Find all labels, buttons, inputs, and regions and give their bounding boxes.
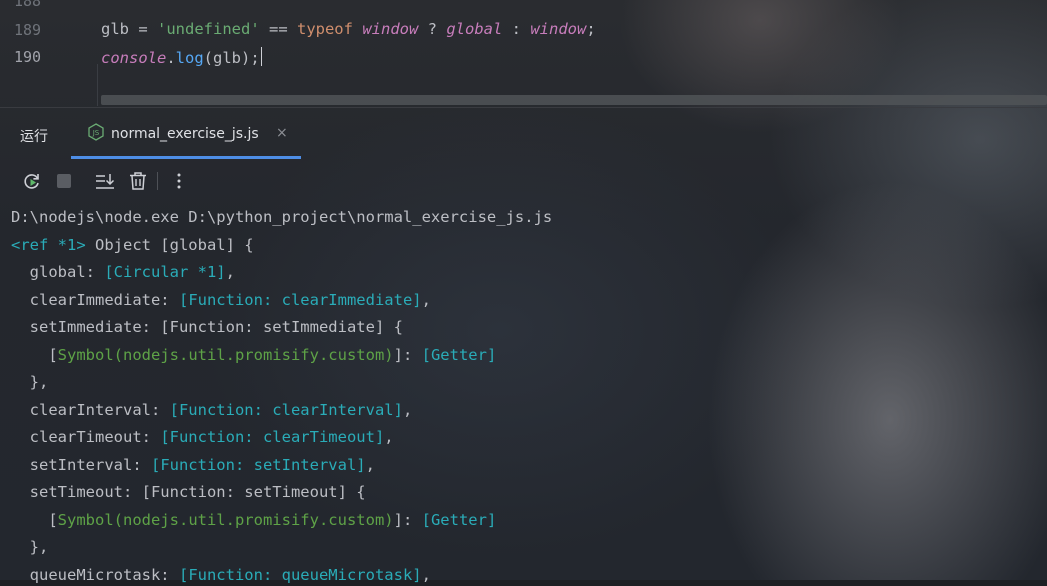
code-token: .	[166, 49, 176, 67]
console-token: ,	[402, 400, 413, 419]
console-token: global:	[11, 263, 105, 281]
console-line: clearInterval: [Function: clearInterval]…	[11, 399, 413, 421]
nodejs-icon: JS	[88, 123, 104, 141]
console-line: queueMicrotask: [Function: queueMicrotas…	[11, 564, 431, 586]
close-icon[interactable]: ×	[276, 125, 288, 141]
code-token: log	[175, 49, 204, 67]
console-token: [	[11, 345, 58, 364]
code-token: window	[530, 20, 587, 38]
console-token: ,	[384, 428, 394, 446]
console-token: [Function: queueMicrotask]	[178, 565, 422, 584]
console-line: setTimeout: [Function: setTimeout] {	[11, 481, 366, 503]
trash-icon	[130, 172, 146, 190]
console-token: D:\nodejs\node.exe D:\python_project\nor…	[11, 208, 553, 226]
code-token: ;	[586, 20, 596, 38]
line-number: 188	[14, 0, 42, 10]
indent-guide	[97, 64, 98, 106]
code-token: ?	[418, 20, 447, 38]
console-token: ,	[421, 565, 431, 584]
console-token: clearInterval:	[11, 400, 170, 419]
console-token: ,	[365, 455, 375, 474]
console-token: Symbol(nodejs.util.promisify.custom)	[57, 510, 394, 529]
clear-button[interactable]	[127, 170, 149, 192]
console-token: [Function: setInterval]	[150, 455, 366, 474]
console-token: setTimeout: [Function: setTimeout] {	[11, 483, 366, 501]
console-token: [Function: clearImmediate]	[178, 290, 422, 309]
code-token: :	[502, 20, 531, 38]
console-token: Object [global] {	[85, 235, 254, 254]
tab-run-configuration[interactable]: JS normal_exercise_js.js ×	[71, 120, 301, 160]
code-token: console	[101, 49, 167, 67]
code-token: global	[446, 20, 503, 38]
console-line: },	[11, 536, 49, 558]
code-token: glb	[101, 20, 129, 38]
console-token: [Getter]	[421, 345, 497, 364]
console-token: },	[11, 538, 49, 556]
run-panel-title: 运行	[20, 129, 48, 145]
console-token: ,	[225, 263, 235, 281]
scroll-to-end-icon	[96, 174, 115, 189]
console-token: queueMicrotask:	[11, 565, 179, 584]
more-vertical-icon	[177, 173, 181, 189]
console-token: ,	[421, 290, 431, 309]
console-token: ]:	[393, 510, 422, 529]
scroll-to-end-button[interactable]	[94, 170, 116, 192]
console-line: [Symbol(nodejs.util.promisify.custom)]: …	[11, 344, 496, 366]
rerun-button[interactable]	[21, 170, 43, 192]
console-line: [Symbol(nodejs.util.promisify.custom)]: …	[11, 509, 496, 531]
active-tab-indicator	[71, 156, 301, 159]
rerun-icon	[24, 174, 39, 189]
code-line-190[interactable]: console.log(glb);	[101, 47, 263, 67]
console-token: clearImmediate:	[11, 290, 179, 309]
svg-text:JS: JS	[92, 129, 100, 137]
run-panel-header: 运行 JS normal_exercise_js.js ×	[0, 107, 1047, 160]
console-token: ]:	[393, 345, 422, 364]
horizontal-scrollbar[interactable]	[101, 95, 1047, 105]
console-line: setImmediate: [Function: setImmediate] {	[11, 316, 403, 338]
code-token: (glb);	[203, 49, 260, 67]
code-editor[interactable]: 188 189 190 glb = 'undefined' == typeof …	[0, 0, 1047, 107]
console-token: setImmediate: [Function: setImmediate] {	[11, 318, 403, 336]
console-token: [	[11, 510, 58, 529]
toolbar-separator	[157, 172, 158, 190]
console-token: Symbol(nodejs.util.promisify.custom)	[57, 345, 394, 364]
console-line: setInterval: [Function: setInterval],	[11, 454, 375, 476]
console-token: setInterval:	[11, 455, 151, 474]
code-token: typeof	[296, 20, 353, 38]
console-token: <ref *1>	[11, 235, 86, 254]
tab-label: normal_exercise_js.js	[111, 126, 259, 142]
code-line-189[interactable]: glb = 'undefined' == typeof window ? glo…	[101, 20, 596, 38]
code-token: =	[129, 20, 157, 38]
console-line: D:\nodejs\node.exe D:\python_project\nor…	[11, 206, 552, 228]
line-number: 189	[14, 21, 42, 39]
console-token: },	[11, 373, 49, 391]
console-line: clearTimeout: [Function: clearTimeout],	[11, 426, 394, 448]
line-number: 190	[14, 48, 42, 66]
run-toolbar	[0, 160, 1047, 202]
console-token: [Circular *1]	[104, 263, 226, 281]
code-token: ==	[259, 20, 297, 38]
text-caret	[260, 47, 263, 66]
stop-icon	[57, 174, 71, 188]
console-token: [Function: clearTimeout]	[160, 428, 385, 446]
code-token: window	[362, 20, 419, 38]
more-options-button[interactable]	[168, 170, 190, 192]
code-token: 'undefined'	[157, 20, 260, 38]
console-token: [Getter]	[421, 510, 497, 529]
console-line: global: [Circular *1],	[11, 261, 235, 283]
stop-button[interactable]	[53, 170, 75, 192]
console-token: [Function: clearInterval]	[169, 400, 403, 419]
console-token: clearTimeout:	[11, 428, 161, 446]
console-line: clearImmediate: [Function: clearImmediat…	[11, 289, 431, 311]
console-line: },	[11, 371, 49, 393]
console-line: <ref *1> Object [global] {	[11, 234, 254, 256]
